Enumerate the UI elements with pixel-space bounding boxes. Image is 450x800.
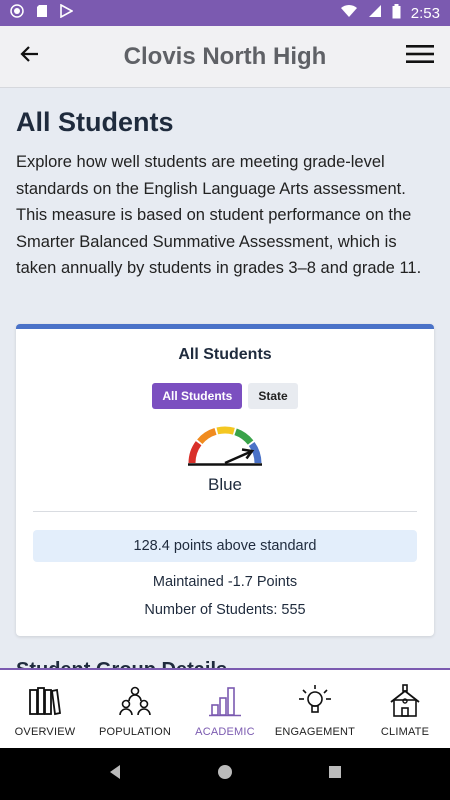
hamburger-menu-icon (406, 44, 434, 69)
circle-home-icon (217, 764, 233, 785)
menu-button[interactable] (390, 26, 450, 88)
back-button[interactable] (0, 26, 60, 88)
triangle-back-icon (108, 764, 122, 785)
performance-gauge-icon (186, 425, 264, 467)
tab-label: OVERVIEW (14, 726, 76, 738)
system-navigation-bar (0, 748, 450, 800)
lightbulb-icon (297, 684, 333, 718)
app-title: Clovis North High (123, 42, 327, 70)
card-title: All Students (178, 346, 272, 363)
comparison-toggle-group: All Students State (16, 383, 434, 409)
tab-label: ACADEMIC (195, 726, 255, 738)
books-icon (27, 684, 63, 718)
nav-recents-button[interactable] (315, 754, 355, 794)
tab-label: CLIMATE (380, 726, 430, 738)
student-count: Number of Students: 555 (144, 602, 306, 618)
wifi-icon (340, 4, 358, 22)
circle-notification-icon (10, 3, 24, 23)
nav-back-button[interactable] (95, 754, 135, 794)
clock-time: 2:53 (410, 4, 440, 22)
tab-engagement[interactable]: ENGAGEMENT (270, 670, 360, 748)
app-bar: Clovis North High (0, 26, 450, 88)
signal-icon (368, 4, 382, 22)
battery-icon (392, 3, 401, 23)
performance-status: Blue (207, 475, 243, 494)
tab-overview[interactable]: OVERVIEW (0, 670, 90, 748)
main-content[interactable]: All Students Explore how well students a… (0, 89, 450, 669)
page-title: All Students (16, 107, 174, 137)
state-toggle[interactable]: State (248, 383, 298, 409)
page-description: Explore how well students are meeting gr… (16, 153, 422, 277)
square-recents-icon (328, 765, 342, 784)
nav-home-button[interactable] (205, 754, 245, 794)
tab-label: ENGAGEMENT (274, 726, 356, 738)
schoolhouse-icon (387, 684, 423, 718)
people-group-icon (117, 684, 153, 718)
play-store-icon (60, 3, 74, 23)
bottom-tab-bar: OVERVIEW POPULATION ACADEMIC ENGAGEMENT … (0, 668, 450, 748)
divider (33, 511, 417, 512)
tab-climate[interactable]: CLIMATE (360, 670, 450, 748)
bar-chart-icon (207, 684, 243, 718)
points-above-standard: 128.4 points above standard (33, 530, 417, 562)
all-students-toggle[interactable]: All Students (152, 383, 243, 409)
tab-academic[interactable]: ACADEMIC (180, 670, 270, 748)
status-bar: 2:53 (0, 0, 450, 26)
sd-card-icon (36, 4, 48, 23)
performance-card: All Students All Students State Blue 128… (16, 324, 434, 636)
tab-label: POPULATION (98, 726, 172, 738)
arrow-left-icon (20, 45, 40, 68)
tab-population[interactable]: POPULATION (90, 670, 180, 748)
change-status: Maintained -1.7 Points (152, 574, 298, 590)
